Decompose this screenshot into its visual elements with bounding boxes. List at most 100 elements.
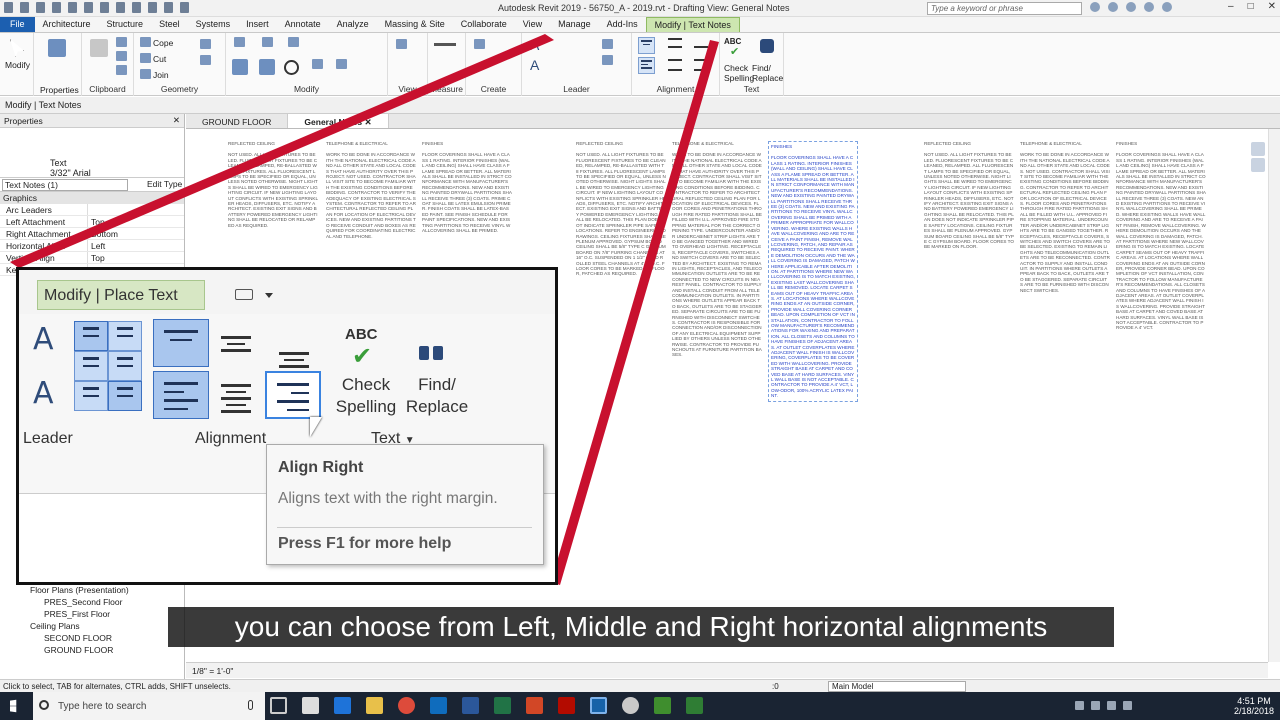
select-arrow-icon[interactable]: [10, 39, 24, 57]
windows-start-icon[interactable]: [10, 699, 17, 713]
properties-button[interactable]: Properties: [40, 85, 79, 95]
microphone-icon[interactable]: [248, 700, 253, 710]
panel-dropdown-icon[interactable]: [235, 289, 253, 300]
tab-steel[interactable]: Steel: [151, 17, 188, 32]
maximize-icon[interactable]: □: [1248, 1, 1254, 12]
align-center-button[interactable]: [221, 380, 251, 413]
redo-icon[interactable]: [52, 2, 61, 13]
view-scale[interactable]: 1/8" = 1'-0": [192, 666, 233, 676]
mirror-icon[interactable]: [288, 37, 299, 47]
check-spelling-button[interactable]: Check Spelling: [335, 374, 397, 418]
text-note-column[interactable]: REFLECTED CEILING NOT USED. ALL LIGHT FIX…: [924, 141, 1014, 250]
leader-arc-icon[interactable]: A: [33, 376, 54, 411]
trim-icon[interactable]: [312, 59, 323, 69]
property-value[interactable]: Left: [88, 240, 108, 251]
hide-icon[interactable]: [396, 39, 407, 49]
chrome-icon[interactable]: [398, 697, 415, 714]
align-left-button[interactable]: [638, 57, 655, 74]
align-top-button[interactable]: [638, 37, 655, 54]
create-assembly-icon[interactable]: [474, 39, 485, 49]
property-value[interactable]: Bottom: [88, 228, 121, 239]
revit-icon[interactable]: [590, 697, 607, 714]
browser-item[interactable]: GROUND FLOOR: [0, 645, 185, 657]
align-right-button[interactable]: [265, 371, 321, 419]
cut-button[interactable]: Cut: [153, 54, 166, 64]
edge-icon[interactable]: [334, 697, 351, 714]
minimize-icon[interactable]: –: [1228, 1, 1234, 12]
paint-icon[interactable]: [200, 55, 211, 65]
cope-icon[interactable]: [140, 37, 151, 47]
tab-architecture[interactable]: Architecture: [35, 17, 99, 32]
move-icon[interactable]: [232, 59, 248, 75]
tab-analyze[interactable]: Analyze: [329, 17, 377, 32]
copy-icon[interactable]: [116, 37, 127, 47]
split-face-icon[interactable]: [200, 39, 211, 49]
tab-file[interactable]: File: [0, 17, 35, 32]
people-icon[interactable]: [1075, 701, 1084, 710]
join-icon[interactable]: [140, 69, 151, 79]
tab-add-ins[interactable]: Add-Ins: [599, 17, 646, 32]
cut-icon[interactable]: [116, 51, 127, 61]
text-note-column[interactable]: FINISHES FLOOR COVERINGS SHALL HAVE A CLA…: [1116, 141, 1206, 331]
browser-item[interactable]: PRES_Second Floor: [0, 597, 185, 609]
open-icon[interactable]: [4, 2, 13, 13]
text-note-column[interactable]: TELEPHONE & ELECTRICAL WORK TO BE DONE IN…: [1020, 141, 1110, 293]
property-value[interactable]: [88, 204, 94, 215]
close-hidden-icon[interactable]: [164, 2, 173, 13]
switch-windows-icon[interactable]: [180, 2, 189, 13]
zoom-icon[interactable]: [1251, 158, 1265, 172]
align-right-icon[interactable]: [694, 59, 708, 71]
text-note-column[interactable]: REFLECTED CEILING NOT USED. ALL LIGHT FIX…: [228, 141, 318, 228]
tab-view[interactable]: View: [515, 17, 550, 32]
cope-button[interactable]: Cope: [153, 38, 173, 48]
browser-item[interactable]: SECOND FLOOR: [0, 633, 185, 645]
tab-massing-site[interactable]: Massing & Site: [377, 17, 453, 32]
leader-top-right-button[interactable]: [108, 321, 142, 351]
measure-tool-icon[interactable]: [434, 43, 456, 46]
join-button[interactable]: Join: [153, 70, 169, 80]
type-selector-preview[interactable]: Text 3/32" Arial: [0, 128, 184, 178]
measure-icon[interactable]: [84, 2, 93, 13]
rotate-icon[interactable]: [284, 60, 299, 75]
tab-insert[interactable]: Insert: [238, 17, 277, 32]
close-icon[interactable]: ✕: [364, 117, 371, 127]
subscription-icon[interactable]: [1108, 2, 1118, 12]
active-workset-dropdown[interactable]: Main Model: [828, 681, 966, 692]
modify-button[interactable]: Modify: [5, 60, 30, 70]
task-view-icon[interactable]: [270, 697, 287, 714]
leader-bottom-left-button[interactable]: [74, 381, 108, 411]
property-row[interactable]: Right Attachment Bottom: [0, 228, 184, 240]
leader-left-icon[interactable]: A: [33, 322, 54, 357]
properties-icon[interactable]: [48, 39, 66, 57]
steering-wheel-icon[interactable]: [1251, 142, 1265, 156]
print-icon[interactable]: [68, 2, 77, 13]
browser-item[interactable]: Floor Plans (Presentation): [0, 585, 185, 597]
leader-mid-right-button[interactable]: [108, 351, 142, 381]
array-icon[interactable]: [336, 59, 347, 69]
camtasia-icon[interactable]: [654, 697, 671, 714]
close-icon[interactable]: ✕: [1268, 1, 1276, 12]
align-middle-vertical-icon[interactable]: [221, 332, 251, 352]
find-replace-button[interactable]: Find/Replace: [405, 374, 469, 418]
property-row[interactable]: Horizontal Align Left: [0, 240, 184, 252]
undo-icon[interactable]: [36, 2, 45, 13]
tab-systems[interactable]: Systems: [188, 17, 239, 32]
up-arrow-icon[interactable]: [1091, 701, 1100, 710]
word-icon[interactable]: [462, 697, 479, 714]
vertical-scrollbar[interactable]: [1268, 129, 1280, 662]
add-leader-arc-icon[interactable]: A: [530, 57, 539, 73]
check-spelling-button[interactable]: Check Spelling: [724, 63, 754, 83]
file-explorer-icon[interactable]: [366, 697, 383, 714]
property-row[interactable]: Arc Leaders: [0, 204, 184, 216]
browser-item[interactable]: Ceiling Plans: [0, 621, 185, 633]
leader-left-top-icon[interactable]: [602, 39, 613, 49]
tab-general-notes[interactable]: General Notes ✕: [288, 114, 389, 128]
tab-modify-text-notes[interactable]: Modify | Text Notes: [645, 17, 740, 32]
3d-view-icon[interactable]: [116, 2, 125, 13]
settings-gear-icon[interactable]: [622, 697, 639, 714]
cart-icon[interactable]: [1144, 2, 1154, 12]
property-row[interactable]: Left Attachment Top: [0, 216, 184, 228]
search-icon[interactable]: [1090, 2, 1100, 12]
cut-geometry-icon[interactable]: [140, 53, 151, 63]
offset-icon[interactable]: [262, 37, 273, 47]
